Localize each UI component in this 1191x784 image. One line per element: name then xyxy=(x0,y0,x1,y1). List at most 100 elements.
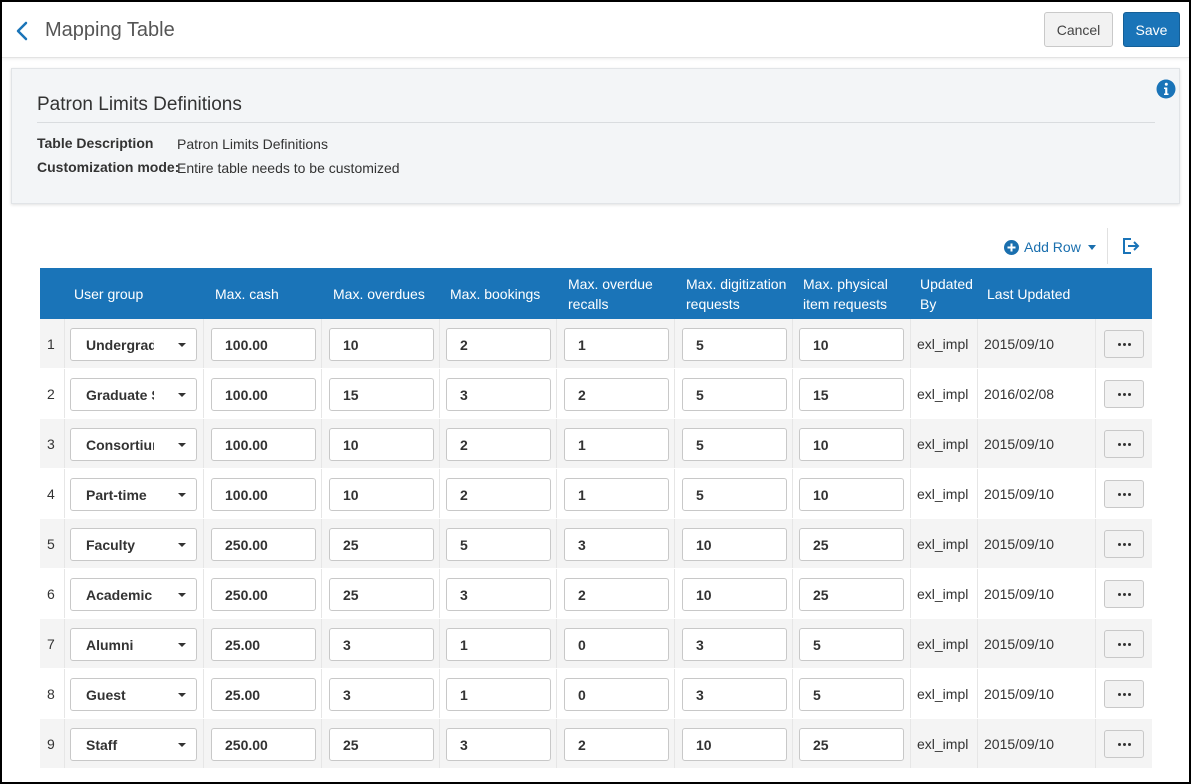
add-row-button[interactable]: Add Row xyxy=(1004,237,1096,257)
row-number: 9 xyxy=(47,736,55,752)
max-physical-item-requests-input[interactable] xyxy=(799,378,904,411)
max-physical-item-requests-input[interactable] xyxy=(799,578,904,611)
user-group-select[interactable]: Part-time xyxy=(70,478,197,511)
user-group-select[interactable]: Graduate Student xyxy=(70,378,197,411)
col-header-max-physical-item-requests[interactable]: Max. physical item requests xyxy=(803,268,907,319)
max-bookings-input[interactable] xyxy=(446,628,551,661)
column-divider xyxy=(439,319,440,368)
max-digitization-requests-input[interactable] xyxy=(682,328,787,361)
max-digitization-requests-input[interactable] xyxy=(682,728,787,761)
user-group-select[interactable]: Faculty xyxy=(70,528,197,561)
max-bookings-input[interactable] xyxy=(446,528,551,561)
max-physical-item-requests-input[interactable] xyxy=(799,478,904,511)
max-cash-input[interactable] xyxy=(211,528,316,561)
user-group-select[interactable]: Academic xyxy=(70,578,197,611)
user-group-select[interactable]: Staff xyxy=(70,728,197,761)
mapping-table: User group Max. cash Max. overdues Max. … xyxy=(40,268,1152,769)
max-digitization-requests-input[interactable] xyxy=(682,628,787,661)
user-group-select[interactable]: Alumni xyxy=(70,628,197,661)
max-cash-input[interactable] xyxy=(211,478,316,511)
export-icon[interactable] xyxy=(1120,236,1140,256)
column-divider xyxy=(64,369,65,418)
max-digitization-requests-input[interactable] xyxy=(682,678,787,711)
column-divider xyxy=(203,719,204,768)
max-overdues-input[interactable] xyxy=(329,478,434,511)
max-digitization-requests-input[interactable] xyxy=(682,578,787,611)
max-bookings-input[interactable] xyxy=(446,428,551,461)
max-overdue-recalls-input[interactable] xyxy=(564,728,669,761)
max-physical-item-requests-input[interactable] xyxy=(799,728,904,761)
max-cash-input[interactable] xyxy=(211,328,316,361)
column-divider xyxy=(439,569,440,618)
col-header-user-group[interactable]: User group xyxy=(74,268,204,319)
max-bookings-input[interactable] xyxy=(446,378,551,411)
row-actions-button[interactable] xyxy=(1104,530,1144,558)
max-overdues-input[interactable] xyxy=(329,328,434,361)
max-physical-item-requests-input[interactable] xyxy=(799,678,904,711)
column-divider xyxy=(321,419,322,468)
user-group-select[interactable]: Guest xyxy=(70,678,197,711)
max-physical-item-requests-input[interactable] xyxy=(799,328,904,361)
max-bookings-input[interactable] xyxy=(446,728,551,761)
max-digitization-requests-input[interactable] xyxy=(682,378,787,411)
col-header-max-digitization-requests[interactable]: Max. digitization requests xyxy=(686,268,796,319)
row-actions-button[interactable] xyxy=(1104,430,1144,458)
max-overdue-recalls-input[interactable] xyxy=(564,328,669,361)
max-bookings-input[interactable] xyxy=(446,478,551,511)
max-bookings-input[interactable] xyxy=(446,328,551,361)
max-cash-input[interactable] xyxy=(211,728,316,761)
row-actions-button[interactable] xyxy=(1104,680,1144,708)
max-overdues-input[interactable] xyxy=(329,578,434,611)
max-overdues-input[interactable] xyxy=(329,428,434,461)
max-overdue-recalls-input[interactable] xyxy=(564,678,669,711)
save-button[interactable]: Save xyxy=(1123,12,1180,47)
max-overdue-recalls-input[interactable] xyxy=(564,428,669,461)
max-cash-input[interactable] xyxy=(211,678,316,711)
max-cash-input[interactable] xyxy=(211,578,316,611)
row-actions-button[interactable] xyxy=(1104,580,1144,608)
max-overdues-input[interactable] xyxy=(329,378,434,411)
max-overdues-input[interactable] xyxy=(329,628,434,661)
max-overdues-input[interactable] xyxy=(329,528,434,561)
max-digitization-requests-input[interactable] xyxy=(682,428,787,461)
max-bookings-input[interactable] xyxy=(446,578,551,611)
max-overdue-recalls-input[interactable] xyxy=(564,578,669,611)
max-digitization-requests-input[interactable] xyxy=(682,528,787,561)
column-divider xyxy=(439,619,440,668)
column-divider xyxy=(674,469,675,518)
user-group-value: Part-time xyxy=(86,487,147,503)
max-overdue-recalls-input[interactable] xyxy=(564,528,669,561)
back-chevron-icon[interactable] xyxy=(10,18,34,44)
column-divider xyxy=(556,569,557,618)
col-header-updated-by[interactable]: Updated By xyxy=(920,268,978,319)
row-number: 3 xyxy=(47,436,55,452)
max-cash-input[interactable] xyxy=(211,378,316,411)
max-overdues-input[interactable] xyxy=(329,678,434,711)
column-divider xyxy=(792,569,793,618)
user-group-select[interactable]: Consortium xyxy=(70,428,197,461)
max-physical-item-requests-input[interactable] xyxy=(799,428,904,461)
row-actions-button[interactable] xyxy=(1104,480,1144,508)
row-actions-button[interactable] xyxy=(1104,730,1144,758)
max-cash-input[interactable] xyxy=(211,628,316,661)
row-actions-button[interactable] xyxy=(1104,330,1144,358)
max-overdue-recalls-input[interactable] xyxy=(564,628,669,661)
max-bookings-input[interactable] xyxy=(446,678,551,711)
col-header-max-overdues[interactable]: Max. overdues xyxy=(333,268,443,319)
cancel-button[interactable]: Cancel xyxy=(1044,12,1113,47)
row-actions-button[interactable] xyxy=(1104,380,1144,408)
max-overdue-recalls-input[interactable] xyxy=(564,478,669,511)
max-cash-input[interactable] xyxy=(211,428,316,461)
col-header-last-updated[interactable]: Last Updated xyxy=(987,268,1097,319)
max-overdue-recalls-input[interactable] xyxy=(564,378,669,411)
col-header-max-cash[interactable]: Max. cash xyxy=(215,268,325,319)
info-icon[interactable] xyxy=(1156,79,1176,99)
col-header-max-bookings[interactable]: Max. bookings xyxy=(450,268,560,319)
max-physical-item-requests-input[interactable] xyxy=(799,528,904,561)
row-actions-button[interactable] xyxy=(1104,630,1144,658)
col-header-max-overdue-recalls[interactable]: Max. overdue recalls xyxy=(568,268,672,319)
user-group-select[interactable]: Undergraduate xyxy=(70,328,197,361)
max-digitization-requests-input[interactable] xyxy=(682,478,787,511)
max-physical-item-requests-input[interactable] xyxy=(799,628,904,661)
max-overdues-input[interactable] xyxy=(329,728,434,761)
